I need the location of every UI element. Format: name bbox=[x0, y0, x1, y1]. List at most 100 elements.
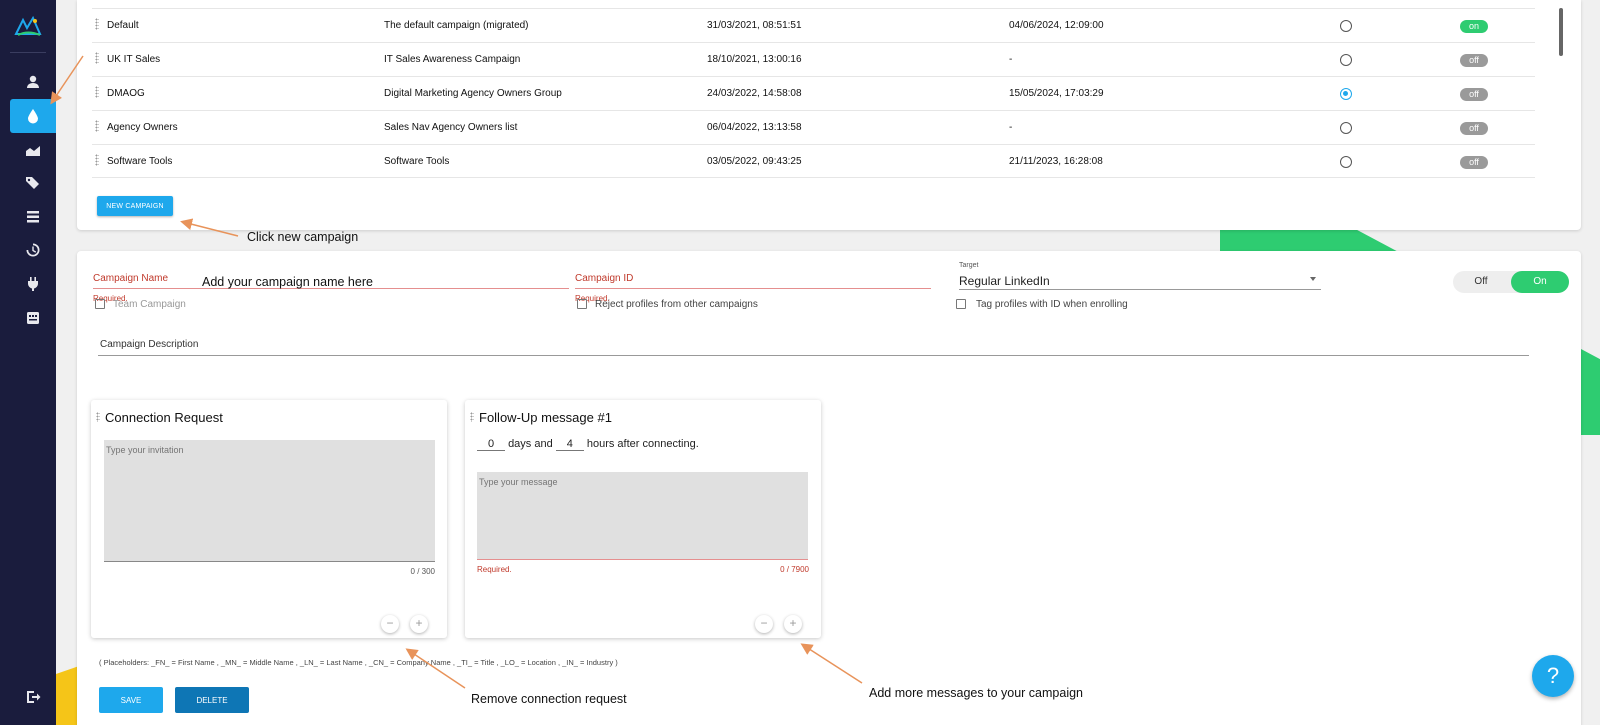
list-icon bbox=[27, 211, 39, 223]
campaign-list-card: Default The default campaign (migrated) 31… bbox=[77, 0, 1581, 230]
user-icon bbox=[27, 75, 39, 88]
drag-handle-icon[interactable] bbox=[95, 120, 99, 132]
follow-up-textarea[interactable] bbox=[477, 472, 808, 560]
follow-up-required: Required. bbox=[477, 565, 512, 574]
campaign-table: Default The default campaign (migrated) 31… bbox=[92, 8, 1535, 178]
table-row[interactable]: DMAOG Digital Marketing Agency Owners Gro… bbox=[92, 76, 1535, 110]
campaign-created-cell: 06/04/2022, 13:13:58 bbox=[707, 122, 802, 133]
campaign-id-label: Campaign ID bbox=[575, 273, 634, 284]
campaign-id-field[interactable]: Campaign ID bbox=[575, 270, 931, 289]
campaign-description-cell: Software Tools bbox=[384, 156, 450, 167]
target-label: Target bbox=[959, 262, 979, 269]
campaign-select-radio[interactable] bbox=[1340, 156, 1352, 168]
campaign-name-cell: Default bbox=[107, 20, 139, 31]
campaign-name-cell: Software Tools bbox=[107, 156, 173, 167]
sidebar-item-history[interactable] bbox=[10, 233, 56, 267]
target-underline bbox=[959, 289, 1321, 290]
drop-icon bbox=[28, 109, 38, 124]
tags-icon bbox=[26, 177, 39, 189]
follow-up-card: Follow-Up message #1 0 days and 4 hours … bbox=[465, 400, 821, 638]
connection-request-title: Connection Request bbox=[105, 410, 223, 425]
campaign-description-cell: The default campaign (migrated) bbox=[384, 20, 529, 31]
toggle-off-label[interactable]: Off bbox=[1453, 271, 1509, 293]
campaign-description-cell: Digital Marketing Agency Owners Group bbox=[384, 88, 562, 99]
days-input[interactable]: 0 bbox=[477, 438, 505, 451]
sidebar-divider bbox=[10, 52, 46, 53]
toggle-on-label[interactable]: On bbox=[1511, 271, 1569, 293]
table-row[interactable]: Software Tools Software Tools 03/05/2022, … bbox=[92, 144, 1535, 178]
campaign-select-radio[interactable] bbox=[1340, 20, 1352, 32]
drag-handle-icon[interactable] bbox=[95, 18, 99, 30]
campaign-select-radio[interactable] bbox=[1340, 88, 1352, 100]
plug-icon bbox=[28, 277, 38, 291]
annotation-campaign-name: Add your campaign name here bbox=[202, 275, 373, 289]
new-campaign-button[interactable]: NEW CAMPAIGN bbox=[97, 196, 173, 216]
follow-up-title: Follow-Up message #1 bbox=[479, 410, 612, 425]
target-select[interactable]: Regular LinkedIn bbox=[959, 274, 1050, 288]
history-icon bbox=[26, 243, 40, 257]
campaign-status-toggle[interactable]: off bbox=[1460, 88, 1488, 101]
team-campaign-label: Team Campaign bbox=[113, 299, 186, 310]
campaign-select-radio[interactable] bbox=[1340, 122, 1352, 134]
reject-profiles-label: Reject profiles from other campaigns bbox=[595, 299, 758, 310]
drag-handle-icon[interactable] bbox=[95, 154, 99, 166]
campaign-name-label: Campaign Name bbox=[93, 273, 169, 284]
store-icon bbox=[27, 312, 39, 324]
sidebar-item-lists[interactable] bbox=[10, 200, 56, 234]
reject-profiles-checkbox[interactable] bbox=[577, 299, 587, 309]
campaign-status-toggle[interactable]: off bbox=[1460, 122, 1488, 135]
campaign-status-toggle[interactable]: off bbox=[1460, 156, 1488, 169]
hours-input[interactable]: 4 bbox=[555, 438, 584, 451]
table-row[interactable]: UK IT Sales IT Sales Awareness Campaign 18… bbox=[92, 42, 1535, 76]
delete-button[interactable]: DELETE bbox=[175, 687, 249, 713]
chart-icon bbox=[26, 146, 40, 156]
sidebar-item-integrations[interactable] bbox=[10, 267, 56, 301]
campaign-updated-cell: 04/06/2024, 12:09:00 bbox=[1009, 20, 1104, 31]
campaign-created-cell: 03/05/2022, 09:43:25 bbox=[707, 156, 802, 167]
campaign-description-field[interactable] bbox=[98, 355, 1529, 356]
hours-text: hours after connecting. bbox=[586, 438, 699, 450]
campaign-description-cell: Sales Nav Agency Owners list bbox=[384, 122, 518, 133]
remove-message-button[interactable]: − bbox=[755, 615, 773, 633]
help-button[interactable]: ? bbox=[1532, 655, 1574, 697]
table-scrollbar[interactable] bbox=[1559, 8, 1563, 56]
sidebar-item-profile[interactable] bbox=[10, 65, 56, 99]
campaign-select-radio[interactable] bbox=[1340, 54, 1352, 66]
sidebar-item-store[interactable] bbox=[10, 301, 56, 335]
campaign-updated-cell: - bbox=[1009, 54, 1013, 65]
save-button[interactable]: SAVE bbox=[99, 687, 163, 713]
annotation-remove-connection: Remove connection request bbox=[471, 692, 627, 706]
campaign-form-card: Campaign Name Required. Campaign ID Requ… bbox=[77, 251, 1581, 725]
sidebar-item-analytics[interactable] bbox=[10, 133, 56, 167]
campaign-updated-cell: 21/11/2023, 16:28:08 bbox=[1009, 156, 1103, 167]
sidebar-item-campaigns[interactable] bbox=[10, 99, 56, 133]
campaign-created-cell: 31/03/2021, 08:51:51 bbox=[707, 20, 802, 31]
chevron-down-icon[interactable] bbox=[1310, 277, 1316, 281]
invitation-textarea[interactable] bbox=[104, 440, 435, 562]
campaign-status-toggle[interactable]: off bbox=[1460, 54, 1488, 67]
drag-handle-icon[interactable] bbox=[96, 412, 100, 422]
table-row[interactable]: Agency Owners Sales Nav Agency Owners lis… bbox=[92, 110, 1535, 144]
sidebar-item-logout[interactable] bbox=[10, 680, 56, 714]
add-message-button[interactable]: + bbox=[410, 615, 428, 633]
tag-profiles-checkbox[interactable] bbox=[956, 299, 966, 309]
logo-icon bbox=[13, 14, 43, 38]
logout-icon bbox=[27, 691, 41, 703]
drag-handle-icon[interactable] bbox=[470, 412, 474, 422]
campaign-updated-cell: - bbox=[1009, 122, 1013, 133]
campaign-active-toggle[interactable]: Off On bbox=[1453, 271, 1569, 293]
follow-up-counter: 0 / 7900 bbox=[780, 565, 809, 574]
campaign-status-toggle[interactable]: on bbox=[1460, 20, 1488, 33]
connection-request-card: Connection Request 0 / 300 − + bbox=[91, 400, 447, 638]
add-message-button[interactable]: + bbox=[784, 615, 802, 633]
team-campaign-checkbox[interactable] bbox=[95, 299, 105, 309]
table-row[interactable]: Default The default campaign (migrated) 31… bbox=[92, 8, 1535, 42]
annotation-new-campaign: Click new campaign bbox=[247, 230, 359, 244]
campaign-name-cell: Agency Owners bbox=[107, 122, 178, 133]
campaign-created-cell: 18/10/2021, 13:00:16 bbox=[707, 54, 802, 65]
campaign-created-cell: 24/03/2022, 14:58:08 bbox=[707, 88, 802, 99]
drag-handle-icon[interactable] bbox=[95, 86, 99, 98]
sidebar-item-tags[interactable] bbox=[10, 166, 56, 200]
drag-handle-icon[interactable] bbox=[95, 52, 99, 64]
remove-message-button[interactable]: − bbox=[381, 615, 399, 633]
